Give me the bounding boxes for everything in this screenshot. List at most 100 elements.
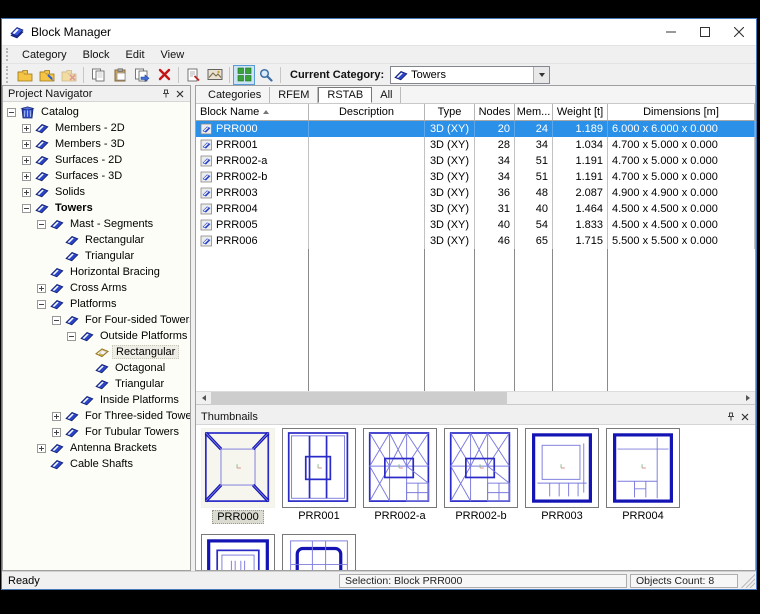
table-row-PRR001[interactable]: PRR0013D (XY)28341.0344.700 x 5.000 x 0.… — [196, 137, 755, 153]
expand-plus-icon[interactable] — [22, 156, 31, 165]
scroll-left-icon[interactable] — [196, 392, 211, 405]
tab-categories[interactable]: Categories — [200, 87, 270, 103]
title-bar[interactable]: Block Manager — [2, 19, 756, 45]
collapse-minus-icon[interactable] — [52, 316, 61, 325]
close-icon[interactable] — [738, 410, 752, 423]
expand-plus-icon[interactable] — [22, 172, 31, 181]
thumbnail-PRR000[interactable]: PRR000 — [200, 428, 276, 524]
tree-item-for-tubular-towers[interactable]: For Tubular Towers — [3, 424, 190, 440]
tree-item-antenna-brackets[interactable]: Antenna Brackets — [3, 440, 190, 456]
column-header-members[interactable]: Mem... — [515, 104, 553, 120]
thumbnail-PRR005[interactable]: PRR005 — [200, 534, 276, 570]
collapse-minus-icon[interactable] — [7, 108, 16, 117]
table-row-PRR000[interactable]: PRR0003D (XY)20241.1896.000 x 6.000 x 0.… — [196, 121, 755, 137]
expand-plus-icon[interactable] — [37, 444, 46, 453]
tree-item-solids[interactable]: Solids — [3, 184, 190, 200]
menu-grip[interactable] — [6, 48, 11, 62]
thumbnail-PRR001[interactable]: PRR001 — [281, 428, 357, 524]
tree-item-for-four-sided-towers[interactable]: For Four-sided Towers — [3, 312, 190, 328]
thumbnail-PRR004[interactable]: PRR004 — [605, 428, 681, 524]
duplicate-block-icon[interactable] — [131, 65, 153, 85]
expand-plus-icon[interactable] — [52, 428, 61, 437]
scrollbar-track[interactable] — [211, 392, 740, 405]
close-button[interactable] — [722, 19, 756, 45]
table-row-PRR004[interactable]: PRR0043D (XY)31401.4644.500 x 4.500 x 0.… — [196, 201, 755, 217]
tree-item-octagonal[interactable]: Octagonal — [3, 360, 190, 376]
scrollbar-thumb[interactable] — [211, 392, 507, 405]
column-header-weight[interactable]: Weight [t] — [553, 104, 608, 120]
expand-plus-icon[interactable] — [37, 284, 46, 293]
menu-category[interactable]: Category — [14, 48, 75, 62]
table-row-PRR002-b[interactable]: PRR002-b3D (XY)34511.1914.700 x 5.000 x … — [196, 169, 755, 185]
thumbnail-PRR003[interactable]: PRR003 — [524, 428, 600, 524]
column-header-name[interactable]: Block Name — [196, 104, 309, 120]
menu-block[interactable]: Block — [75, 48, 118, 62]
grid-view-icon[interactable] — [233, 65, 255, 85]
tree-item-members-3d[interactable]: Members - 3D — [3, 136, 190, 152]
tree-item-for-three-sided-towers[interactable]: For Three-sided Towers — [3, 408, 190, 424]
new-category-folder-icon[interactable] — [14, 65, 36, 85]
minimize-button[interactable] — [654, 19, 688, 45]
menu-edit[interactable]: Edit — [118, 48, 153, 62]
rename-icon[interactable] — [182, 65, 204, 85]
table-row-PRR006[interactable]: PRR0063D (XY)46651.7155.500 x 5.500 x 0.… — [196, 233, 755, 249]
horizontal-scrollbar[interactable] — [196, 391, 755, 404]
table-row-PRR005[interactable]: PRR0053D (XY)40541.8334.500 x 4.500 x 0.… — [196, 217, 755, 233]
expand-plus-icon[interactable] — [52, 412, 61, 421]
tree-item-triangular[interactable]: Triangular — [3, 376, 190, 392]
expand-plus-icon[interactable] — [22, 124, 31, 133]
tree-item-horizontal-bracing[interactable]: Horizontal Bracing — [3, 264, 190, 280]
delete-category-folder-icon[interactable] — [58, 65, 80, 85]
tree-item-towers[interactable]: Towers — [3, 200, 190, 216]
table-row-PRR002-a[interactable]: PRR002-a3D (XY)34511.1914.700 x 5.000 x … — [196, 153, 755, 169]
pin-icon[interactable] — [724, 410, 738, 423]
copy-icon[interactable] — [87, 65, 109, 85]
tree-item-rectangular[interactable]: Rectangular — [3, 344, 190, 360]
resize-grip[interactable] — [741, 574, 755, 588]
column-header-type[interactable]: Type — [425, 104, 475, 120]
collapse-minus-icon[interactable] — [37, 220, 46, 229]
thumbnail-PRR006[interactable]: PRR006 — [281, 534, 357, 570]
thumbnail-drawing-braced — [363, 428, 437, 508]
picture-icon[interactable] — [204, 65, 226, 85]
tree-item-surfaces-3d[interactable]: Surfaces - 3D — [3, 168, 190, 184]
tree-item-cross-arms[interactable]: Cross Arms — [3, 280, 190, 296]
column-header-description[interactable]: Description — [309, 104, 425, 120]
tree-item-outside-platforms[interactable]: Outside Platforms — [3, 328, 190, 344]
cell-dimensions: 5.500 x 5.500 x 0.000 — [608, 233, 755, 249]
tree-item-surfaces-2d[interactable]: Surfaces - 2D — [3, 152, 190, 168]
column-header-nodes[interactable]: Nodes — [475, 104, 515, 120]
tree-item-triangular[interactable]: Triangular — [3, 248, 190, 264]
scroll-right-icon[interactable] — [740, 392, 755, 405]
table-row-PRR003[interactable]: PRR0033D (XY)36482.0874.900 x 4.900 x 0.… — [196, 185, 755, 201]
collapse-minus-icon[interactable] — [37, 300, 46, 309]
tree-item-platforms[interactable]: Platforms — [3, 296, 190, 312]
tab-rfem[interactable]: RFEM — [270, 87, 318, 103]
column-header-dimensions[interactable]: Dimensions [m] — [608, 104, 755, 120]
tree-item-cable-shafts[interactable]: Cable Shafts — [3, 456, 190, 472]
collapse-minus-icon[interactable] — [22, 204, 31, 213]
tab-rstab[interactable]: RSTAB — [318, 87, 372, 103]
tree-item-catalog[interactable]: Catalog — [3, 104, 190, 120]
thumbnail-PRR002-a[interactable]: PRR002-a — [362, 428, 438, 524]
close-icon[interactable] — [173, 87, 187, 100]
delete-icon[interactable] — [153, 65, 175, 85]
expand-plus-icon[interactable] — [22, 140, 31, 149]
expand-plus-icon[interactable] — [22, 188, 31, 197]
tab-all[interactable]: All — [372, 87, 401, 103]
pin-icon[interactable] — [159, 87, 173, 100]
menu-view[interactable]: View — [153, 48, 193, 62]
dropdown-arrow-icon[interactable] — [533, 67, 549, 83]
edit-category-folder-icon[interactable] — [36, 65, 58, 85]
paste-icon[interactable] — [109, 65, 131, 85]
collapse-minus-icon[interactable] — [67, 332, 76, 341]
maximize-button[interactable] — [688, 19, 722, 45]
tree-item-members-2d[interactable]: Members - 2D — [3, 120, 190, 136]
tree-item-mast-segments[interactable]: Mast - Segments — [3, 216, 190, 232]
thumbnail-PRR002-b[interactable]: PRR002-b — [443, 428, 519, 524]
search-icon[interactable] — [255, 65, 277, 85]
tree-item-inside-platforms[interactable]: Inside Platforms — [3, 392, 190, 408]
current-category-dropdown[interactable]: Towers — [390, 66, 550, 84]
toolbar-grip[interactable] — [6, 66, 11, 83]
tree-item-rectangular[interactable]: Rectangular — [3, 232, 190, 248]
